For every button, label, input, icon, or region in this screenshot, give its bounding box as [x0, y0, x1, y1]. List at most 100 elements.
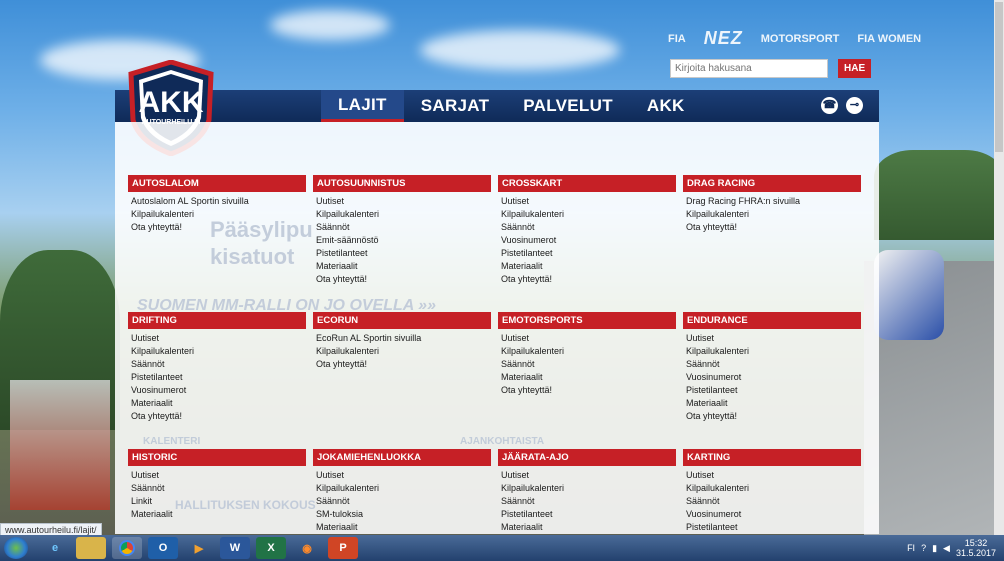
category-title[interactable]: JÄÄRATA-AJO [498, 449, 676, 466]
category-link[interactable]: Uutiset [501, 469, 676, 482]
nav-item-lajit[interactable]: LAJIT [321, 90, 404, 122]
category-title[interactable]: KARTING [683, 449, 861, 466]
network-icon[interactable]: ▮ [932, 543, 937, 554]
outlook-icon[interactable]: O [148, 537, 178, 559]
powerpoint-icon[interactable]: P [328, 537, 358, 559]
category-link[interactable]: Pistetilanteet [501, 247, 676, 260]
category-link[interactable]: Materiaalit [501, 260, 676, 273]
category-title[interactable]: ECORUN [313, 312, 491, 329]
category-link[interactable]: Kilpailukalenteri [686, 208, 861, 221]
category-title[interactable]: CROSSKART [498, 175, 676, 192]
category-link[interactable]: Säännöt [316, 495, 491, 508]
partner-logo[interactable]: FIA [668, 33, 686, 45]
media-player-icon[interactable]: ▶ [184, 537, 214, 559]
clock[interactable]: 15:32 31.5.2017 [956, 538, 996, 558]
category-title[interactable]: AUTOSLALOM [128, 175, 306, 192]
category-link[interactable]: Uutiset [686, 469, 861, 482]
category-link[interactable]: Drag Racing FHRA:n sivuilla [686, 195, 861, 208]
category-link[interactable]: Ota yhteyttä! [316, 273, 491, 286]
category-link[interactable]: Kilpailukalenteri [316, 482, 491, 495]
category-link[interactable]: Uutiset [501, 195, 676, 208]
category-link[interactable]: Kilpailukalenteri [686, 482, 861, 495]
category-link[interactable]: Autoslalom AL Sportin sivuilla [131, 195, 306, 208]
category-link[interactable]: Säännöt [131, 358, 306, 371]
category-link[interactable]: EcoRun AL Sportin sivuilla [316, 332, 491, 345]
category-link[interactable]: SM-tuloksia [316, 508, 491, 521]
search-input[interactable] [670, 59, 828, 78]
page-scrollbar[interactable] [994, 0, 1004, 535]
category-title[interactable]: JOKAMIEHENLUOKKA [313, 449, 491, 466]
category-link[interactable]: Kilpailukalenteri [131, 208, 306, 221]
category-link[interactable]: Säännöt [686, 495, 861, 508]
search-button[interactable]: HAE [838, 59, 872, 78]
category-link[interactable]: Vuosinumerot [501, 234, 676, 247]
category-link[interactable]: Uutiset [131, 332, 306, 345]
category-link[interactable]: Materiaalit [316, 260, 491, 273]
category-link[interactable]: Kilpailukalenteri [316, 345, 491, 358]
category-link[interactable]: Ota yhteyttä! [131, 221, 306, 234]
category-link[interactable]: Uutiset [316, 195, 491, 208]
category-link[interactable]: Säännöt [316, 221, 491, 234]
category-link[interactable]: Ota yhteyttä! [686, 410, 861, 423]
category-link[interactable]: Ota yhteyttä! [501, 273, 676, 286]
category-link[interactable]: Emit-säännöstö [316, 234, 491, 247]
language-indicator[interactable]: FI [907, 543, 915, 553]
category-link[interactable]: Pistetilanteet [686, 521, 861, 534]
partner-logo[interactable]: NEZ [704, 28, 743, 49]
category-link[interactable]: Materiaalit [686, 397, 861, 410]
explorer-icon[interactable] [76, 537, 106, 559]
category-link[interactable]: Kilpailukalenteri [501, 482, 676, 495]
help-icon[interactable]: ? [921, 543, 926, 553]
category-link[interactable]: Säännöt [501, 221, 676, 234]
category-link[interactable]: Uutiset [501, 332, 676, 345]
category-link[interactable]: Materiaalit [131, 397, 306, 410]
category-title[interactable]: DRIFTING [128, 312, 306, 329]
volume-icon[interactable]: ◀ [943, 543, 950, 554]
category-link[interactable]: Materiaalit [316, 521, 491, 534]
category-title[interactable]: HISTORIC [128, 449, 306, 466]
nav-item-sarjat[interactable]: SARJAT [404, 90, 507, 122]
category-link[interactable]: Ota yhteyttä! [316, 358, 491, 371]
start-button[interactable] [4, 537, 28, 559]
category-link[interactable]: Säännöt [131, 482, 306, 495]
phone-icon[interactable]: ☎ [821, 97, 838, 114]
nav-item-palvelut[interactable]: PALVELUT [506, 90, 630, 122]
category-link[interactable]: Pistetilanteet [131, 371, 306, 384]
category-link[interactable]: Ota yhteyttä! [686, 221, 861, 234]
category-link[interactable]: Kilpailukalenteri [686, 345, 861, 358]
category-link[interactable]: Säännöt [501, 358, 676, 371]
category-link[interactable]: Kilpailukalenteri [131, 345, 306, 358]
category-title[interactable]: DRAG RACING [683, 175, 861, 192]
category-link[interactable]: Pistetilanteet [501, 508, 676, 521]
firefox-icon[interactable]: ◉ [292, 537, 322, 559]
category-link[interactable]: Linkit [131, 495, 306, 508]
login-key-icon[interactable]: ⊸ [846, 97, 863, 114]
partner-logo[interactable]: FIA WOMEN [857, 33, 921, 45]
category-link[interactable]: Materiaalit [501, 521, 676, 534]
category-link[interactable]: Vuosinumerot [131, 384, 306, 397]
nav-item-akk[interactable]: AKK [630, 90, 702, 122]
category-link[interactable]: Ota yhteyttä! [501, 384, 676, 397]
scrollbar-thumb[interactable] [995, 2, 1003, 152]
category-link[interactable]: Pistetilanteet [316, 247, 491, 260]
category-link[interactable]: Vuosinumerot [686, 508, 861, 521]
category-link[interactable]: Kilpailukalenteri [501, 345, 676, 358]
partner-logo[interactable]: MOTORSPORT [761, 33, 840, 45]
category-link[interactable]: Säännöt [686, 358, 861, 371]
category-link[interactable]: Materiaalit [501, 371, 676, 384]
category-link[interactable]: Uutiset [686, 332, 861, 345]
category-link[interactable]: Vuosinumerot [686, 371, 861, 384]
category-link[interactable]: Ota yhteyttä! [131, 410, 306, 423]
category-link[interactable]: Kilpailukalenteri [501, 208, 676, 221]
chrome-icon[interactable] [112, 537, 142, 559]
category-title[interactable]: AUTOSUUNNISTUS [313, 175, 491, 192]
category-link[interactable]: Uutiset [131, 469, 306, 482]
category-link[interactable]: Pistetilanteet [686, 384, 861, 397]
category-title[interactable]: EMOTORSPORTS [498, 312, 676, 329]
category-link[interactable]: Kilpailukalenteri [316, 208, 491, 221]
category-link[interactable]: Materiaalit [131, 508, 306, 521]
category-link[interactable]: Säännöt [501, 495, 676, 508]
category-title[interactable]: ENDURANCE [683, 312, 861, 329]
category-link[interactable]: Uutiset [316, 469, 491, 482]
word-icon[interactable]: W [220, 537, 250, 559]
